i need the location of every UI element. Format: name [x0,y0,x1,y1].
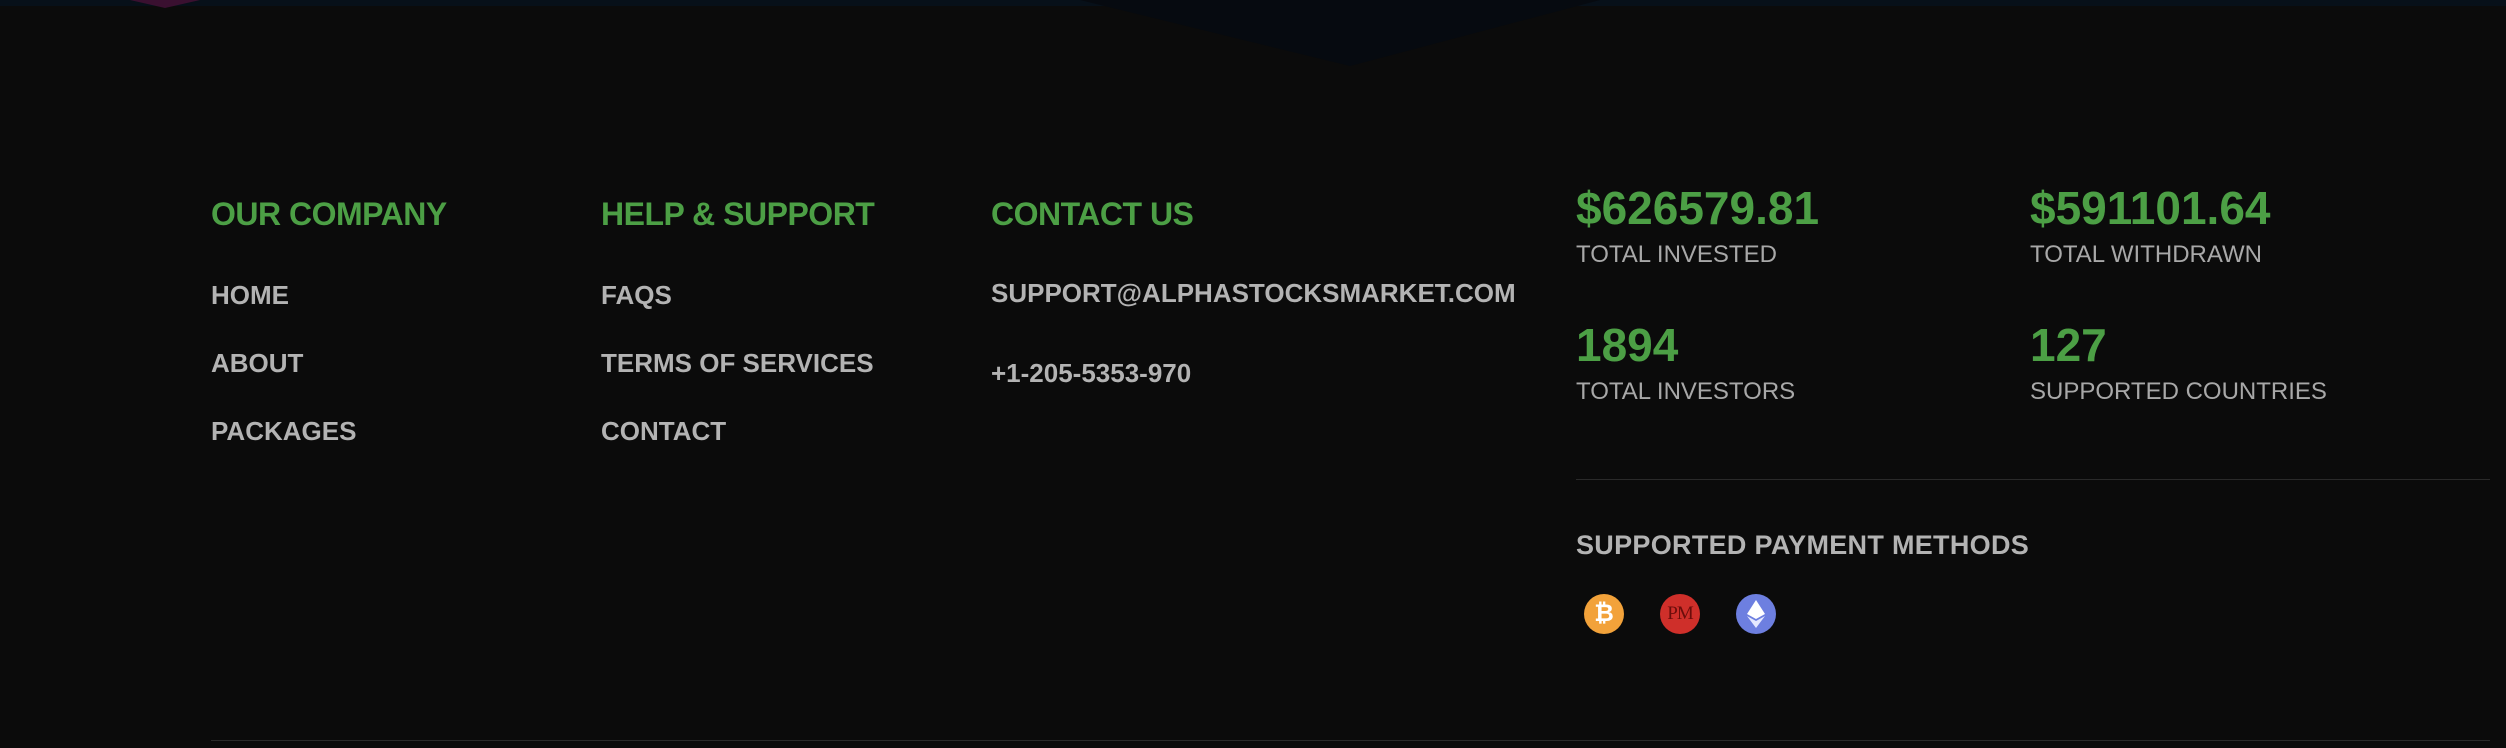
stat-value: 127 [2030,319,2107,371]
stat-value: $591101.64 [2030,182,2271,234]
support-email-link[interactable]: SUPPORT@ALPHASTOCKSMARKET.COM [991,276,1516,310]
footer-column-company: OUR COMPANY HOME ABOUT PACKAGES [211,194,447,482]
footer-column-contact: CONTACT US SUPPORT@ALPHASTOCKSMARKET.COM… [991,194,1516,436]
stat-value: $626579.81 [1576,182,1820,234]
footer-link-home[interactable]: HOME [211,278,447,312]
footer-link-packages[interactable]: PACKAGES [211,414,447,448]
payment-methods-title: SUPPORTED PAYMENT METHODS [1576,530,2030,560]
hero-bottom-edge [0,0,2506,66]
footer-link-contact[interactable]: CONTACT [601,414,874,448]
bitcoin-icon[interactable]: ₿ [1584,594,1624,634]
contact-us-heading: CONTACT US [991,196,1194,232]
help-support-heading: HELP & SUPPORT [601,196,875,232]
stat-total-invested: $626579.81 TOTAL INVESTED [1576,182,1819,270]
stat-total-investors: 1894 TOTAL INVESTORS [1576,319,1795,407]
stat-label: TOTAL INVESTED [1576,241,1777,268]
perfect-money-icon[interactable]: PM [1660,594,1700,634]
footer-link-about[interactable]: ABOUT [211,346,447,380]
company-heading: OUR COMPANY [211,196,447,232]
footer-link-faqs[interactable]: FAQS [601,278,874,312]
payment-methods-list: ₿ PM [1584,594,1776,634]
phone-link[interactable]: +1-205-5353-970 [991,356,1516,390]
stat-value: 1894 [1576,319,1679,371]
footer-bottom-divider [211,740,2490,741]
stat-supported-countries: 127 SUPPORTED COUNTRIES [2030,319,2327,407]
stat-label: TOTAL INVESTORS [1576,378,1796,405]
stat-label: TOTAL WITHDRAWN [2030,241,2262,268]
ethereum-icon[interactable] [1736,594,1776,634]
stat-total-withdrawn: $591101.64 TOTAL WITHDRAWN [2030,182,2271,270]
footer-column-help: HELP & SUPPORT FAQS TERMS OF SERVICES CO… [601,194,875,482]
stat-label: SUPPORTED COUNTRIES [2030,378,2327,405]
stats-divider [1576,479,2490,480]
footer-link-terms[interactable]: TERMS OF SERVICES [601,346,874,380]
